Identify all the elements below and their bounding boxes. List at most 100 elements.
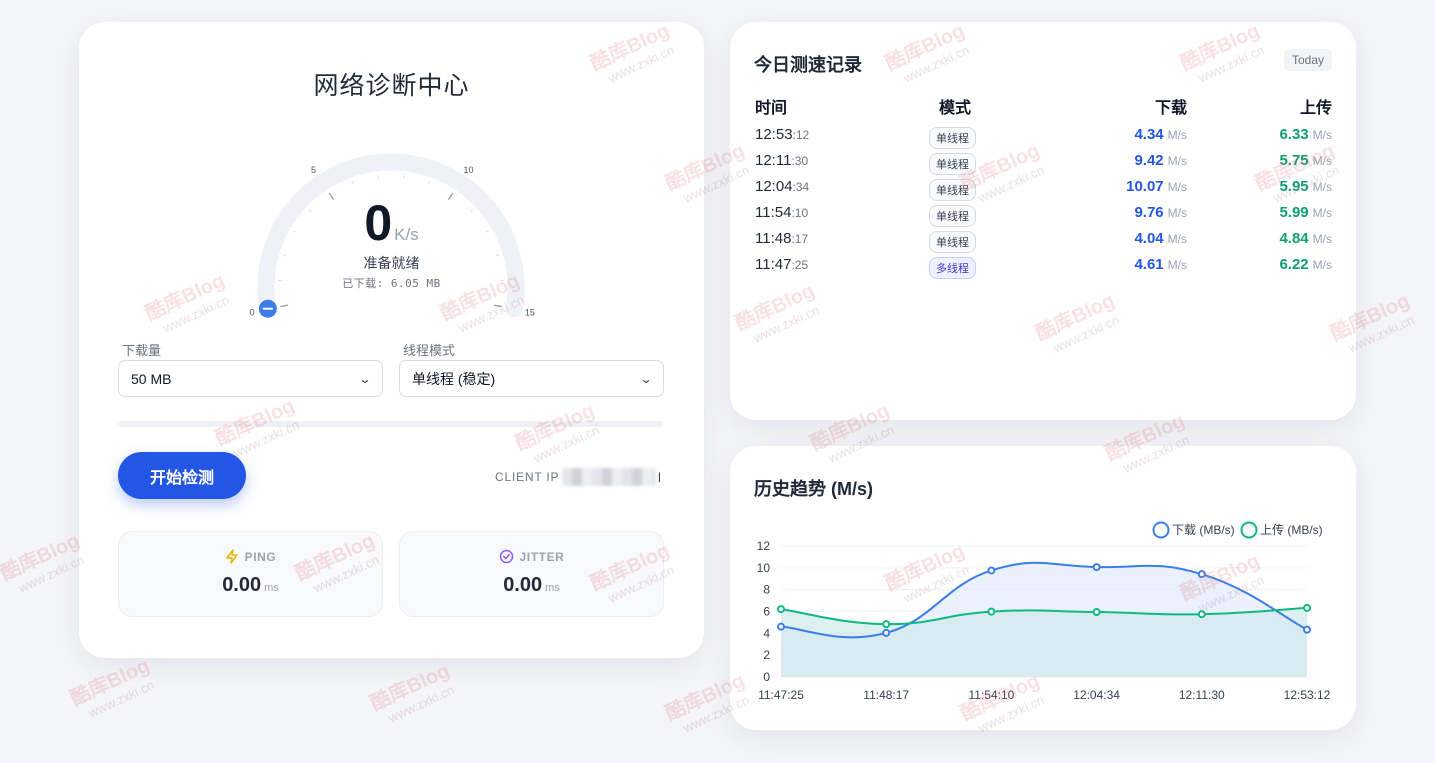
client-ip-value: l [562, 466, 662, 488]
record-download: 9.42 M/s [1134, 152, 1187, 170]
legend-label: 下载 (MB/s) [1172, 523, 1235, 537]
record-time: 12:11:30 [755, 152, 808, 169]
series-point [1092, 608, 1101, 617]
gauge-tick-label: 15 [525, 307, 535, 317]
record-download-unit: M/s [1167, 206, 1187, 220]
y-tick-label: 12 [757, 539, 771, 553]
gauge-tick [280, 304, 289, 308]
watermark-url: www.zxki.cn [85, 677, 157, 721]
record-download: 4.04 M/s [1134, 230, 1187, 248]
watermark-url: www.zxki.cn [385, 682, 457, 726]
record-mode-badge: 多线程 [929, 257, 976, 279]
record-download-value: 4.34 [1134, 126, 1164, 143]
y-tick-label: 4 [763, 626, 770, 640]
legend-label: 上传 (MB/s) [1260, 522, 1323, 537]
gauge-tick [493, 304, 502, 308]
record-time: 12:04:34 [755, 178, 809, 195]
record-time-sec: :12 [792, 128, 810, 142]
series-point [1303, 625, 1311, 634]
watermark-brand: 酷库Blog [67, 654, 154, 711]
record-time-sec: :30 [791, 154, 809, 168]
start-test-button[interactable]: 开始检测 [118, 452, 246, 499]
record-upload: 4.84 M/s [1279, 230, 1332, 248]
gauge-tick-label: 5 [311, 165, 316, 175]
record-time: 12:53:12 [755, 126, 809, 143]
speed-readout: 0 K/s [79, 194, 704, 252]
y-tick-label: 6 [763, 605, 770, 619]
record-upload-value: 5.75 [1279, 152, 1309, 169]
ping-card: PING 0.00 ms [118, 531, 383, 617]
speed-records-card: 今日测速记录 Today 时间 模式 下载 上传 12:53:12 单线程 4.34… [730, 22, 1356, 420]
y-tick-label: 2 [763, 648, 770, 662]
record-upload: 5.75 M/s [1279, 152, 1332, 170]
record-mode-badge: 单线程 [929, 179, 976, 201]
record-upload-unit: M/s [1312, 128, 1332, 142]
record-time-hm: 12:11 [755, 152, 792, 169]
records-body: 12:53:12 单线程 4.34 M/s 6.33 M/s 12:11:30 单线程 9.42… [754, 122, 1332, 279]
lightning-icon [225, 549, 238, 564]
series-point [987, 607, 996, 616]
record-upload-value: 6.33 [1279, 126, 1309, 143]
record-time-sec: :25 [791, 258, 809, 272]
table-row: 12:11:30 单线程 9.42 M/s 5.75 M/s [754, 148, 1332, 175]
gauge-tick-label: 10 [463, 165, 473, 175]
series-point [987, 566, 996, 575]
series-point [777, 605, 785, 614]
record-download-unit: M/s [1167, 258, 1187, 272]
series-point [777, 622, 785, 631]
record-time: 11:47:25 [755, 256, 808, 273]
record-download: 10.07 M/s [1126, 178, 1187, 196]
gauge-tick-label: 0 [250, 307, 255, 317]
test-progress-bar [118, 421, 663, 427]
check-circle-icon [499, 549, 513, 564]
ping-label: PING [244, 549, 277, 564]
watermark-brand: 酷库Blog [0, 529, 84, 586]
jitter-unit: ms [545, 582, 560, 594]
x-tick-label: 11:54:10 [968, 688, 1014, 702]
record-download-value: 9.76 [1134, 204, 1164, 221]
record-upload-unit: M/s [1312, 206, 1332, 220]
x-tick-label: 11:47:25 [758, 688, 804, 702]
client-ip-redacted [562, 468, 656, 486]
record-time-sec: :10 [791, 206, 809, 220]
chevron-down-icon: ⌄ [358, 371, 372, 386]
record-mode-badge: 单线程 [929, 205, 976, 227]
record-upload: 5.99 M/s [1279, 204, 1332, 222]
col-mode-header: 模式 [939, 100, 972, 117]
record-download: 4.61 M/s [1134, 256, 1187, 274]
record-download-unit: M/s [1167, 180, 1187, 194]
download-amount-select[interactable]: 50 MB ⌄ [118, 360, 383, 397]
x-tick-label: 12:11:30 [1179, 688, 1225, 702]
ping-unit: ms [264, 582, 279, 594]
record-time: 11:54:10 [755, 204, 808, 221]
gauge-status: 准备就绪 [363, 255, 420, 271]
thread-mode-value: 单线程 (稳定) [412, 370, 496, 387]
series-point [1092, 563, 1101, 572]
record-time-hm: 12:04 [755, 178, 793, 195]
table-row: 11:48:17 单线程 4.04 M/s 4.84 M/s [754, 226, 1332, 253]
watermark-url: www.zxki.cn [1345, 312, 1417, 356]
record-download-unit: M/s [1167, 128, 1187, 142]
table-row: 11:54:10 单线程 9.76 M/s 5.99 M/s [754, 200, 1332, 227]
y-tick-label: 0 [763, 670, 770, 684]
record-upload: 5.95 M/s [1279, 178, 1332, 196]
table-row: 12:53:12 单线程 4.34 M/s 6.33 M/s [754, 122, 1332, 149]
gauge-tick [352, 181, 355, 185]
records-title: 今日测速记录 [754, 55, 862, 75]
record-upload-unit: M/s [1312, 180, 1332, 194]
col-upload-header: 上传 [1299, 100, 1332, 117]
chevron-down-icon: ⌄ [639, 371, 653, 386]
records-table: 时间 模式 下载 上传 12:53:12 单线程 4.34 M/s 6.33 M/s 12:… [754, 94, 1332, 279]
record-time-hm: 11:54 [755, 204, 792, 221]
record-mode-badge: 单线程 [929, 231, 976, 253]
record-download: 4.34 M/s [1134, 126, 1187, 144]
client-ip-label: CLIENT IP [495, 470, 560, 484]
record-download-value: 4.61 [1134, 256, 1164, 273]
record-download: 9.76 M/s [1134, 204, 1187, 222]
record-time-hm: 11:48 [755, 230, 792, 247]
record-time-hm: 12:53 [755, 126, 793, 143]
record-download-unit: M/s [1167, 154, 1187, 168]
thread-mode-select[interactable]: 单线程 (稳定) ⌄ [399, 360, 664, 397]
record-upload-value: 5.99 [1279, 204, 1309, 221]
download-amount-label: 下载量 [122, 343, 162, 358]
